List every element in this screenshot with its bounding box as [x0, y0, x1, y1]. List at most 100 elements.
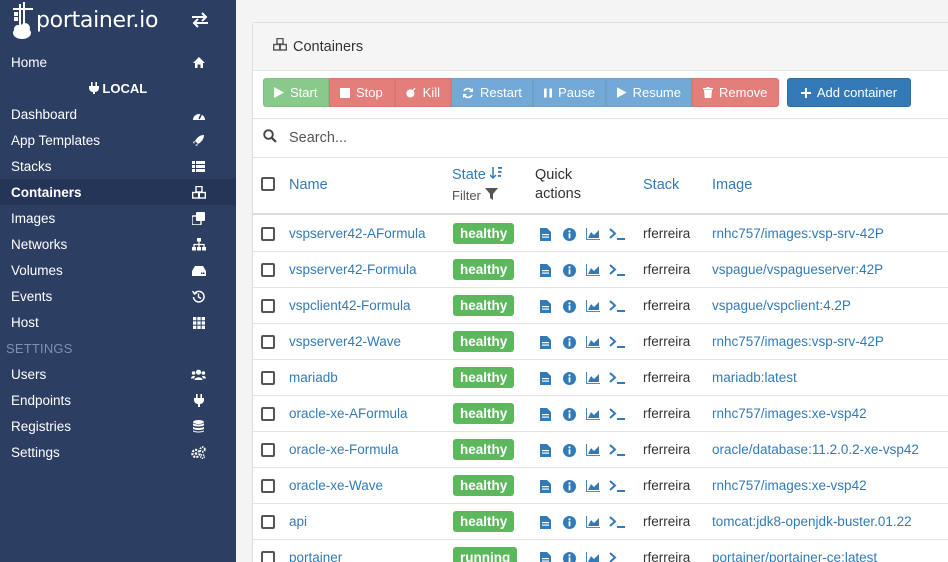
image-link[interactable]: vspague/vspclient:4.2P	[712, 298, 851, 313]
row-checkbox[interactable]	[261, 227, 275, 241]
stats-icon[interactable]	[585, 334, 601, 350]
console-icon[interactable]	[609, 226, 625, 242]
logs-icon[interactable]	[537, 262, 553, 278]
stats-icon[interactable]	[585, 442, 601, 458]
image-link[interactable]: oracle/database:11.2.0.2-xe-vsp42	[712, 442, 919, 457]
logs-icon[interactable]	[537, 226, 553, 242]
logs-icon[interactable]	[537, 514, 553, 530]
stats-icon[interactable]	[585, 298, 601, 314]
logs-icon[interactable]	[537, 406, 553, 422]
pause-button[interactable]: Pause	[533, 78, 606, 107]
sidebar-item-users[interactable]: Users	[0, 361, 236, 387]
sidebar-item-dashboard[interactable]: Dashboard	[0, 101, 236, 127]
stats-icon[interactable]	[585, 406, 601, 422]
container-name-link[interactable]: api	[289, 514, 307, 529]
image-link[interactable]: vspague/vspagueserver:42P	[712, 262, 883, 277]
console-icon[interactable]	[609, 262, 625, 278]
info-icon[interactable]	[561, 370, 577, 386]
row-checkbox[interactable]	[261, 299, 275, 313]
image-link[interactable]: portainer/portainer-ce:latest	[712, 550, 877, 562]
search-input[interactable]	[289, 130, 889, 146]
stats-icon[interactable]	[585, 514, 601, 530]
sidebar-item-volumes[interactable]: Volumes	[0, 257, 236, 283]
image-link[interactable]: mariadb:latest	[712, 370, 797, 385]
sidebar-item-images[interactable]: Images	[0, 205, 236, 231]
container-name-link[interactable]: portainer	[289, 550, 342, 562]
column-image-header[interactable]: Image	[712, 177, 752, 193]
console-icon[interactable]	[609, 478, 625, 494]
sidebar-item-containers[interactable]: Containers	[0, 179, 236, 205]
restart-button[interactable]: Restart	[451, 78, 533, 107]
resume-button[interactable]: Resume	[606, 78, 692, 107]
sidebar-item-endpoints[interactable]: Endpoints	[0, 387, 236, 413]
row-checkbox[interactable]	[261, 515, 275, 529]
info-icon[interactable]	[561, 514, 577, 530]
container-name-link[interactable]: oracle-xe-Wave	[289, 478, 383, 493]
info-icon[interactable]	[561, 442, 577, 458]
stats-icon[interactable]	[585, 370, 601, 386]
container-name-link[interactable]: vspserver42-Wave	[289, 334, 401, 349]
stats-icon[interactable]	[585, 226, 601, 242]
image-link[interactable]: rnhc757/images:vsp-srv-42P	[712, 334, 884, 349]
sidebar-item-stacks[interactable]: Stacks	[0, 153, 236, 179]
info-icon[interactable]	[561, 478, 577, 494]
stop-button[interactable]: Stop	[329, 78, 395, 107]
image-link[interactable]: rnhc757/images:vsp-srv-42P	[712, 226, 884, 241]
info-icon[interactable]	[561, 298, 577, 314]
row-checkbox[interactable]	[261, 407, 275, 421]
add-container-button[interactable]: Add container	[787, 78, 911, 107]
container-name-link[interactable]: vspclient42-Formula	[289, 298, 411, 313]
sidebar-item-home[interactable]: Home	[0, 49, 236, 75]
stats-icon[interactable]	[585, 262, 601, 278]
row-checkbox[interactable]	[261, 479, 275, 493]
info-icon[interactable]	[561, 262, 577, 278]
container-name-link[interactable]: vspserver42-AFormula	[289, 226, 426, 241]
row-checkbox[interactable]	[261, 371, 275, 385]
column-name-header[interactable]: Name	[289, 177, 328, 193]
row-checkbox[interactable]	[261, 443, 275, 457]
logs-icon[interactable]	[537, 442, 553, 458]
console-icon[interactable]	[609, 406, 625, 422]
console-icon[interactable]	[609, 370, 625, 386]
stats-icon[interactable]	[585, 550, 601, 562]
logs-icon[interactable]	[537, 298, 553, 314]
sidebar-item-settings[interactable]: Settings	[0, 439, 236, 465]
start-button[interactable]: Start	[263, 78, 329, 107]
info-icon[interactable]	[561, 226, 577, 242]
container-name-link[interactable]: vspserver42-Formula	[289, 262, 417, 277]
state-filter[interactable]: Filter	[452, 188, 498, 203]
container-name-link[interactable]: oracle-xe-AFormula	[289, 406, 408, 421]
container-name-link[interactable]: oracle-xe-Formula	[289, 442, 399, 457]
sidebar-toggle-icon[interactable]	[190, 10, 210, 30]
console-icon[interactable]	[609, 442, 625, 458]
console-icon[interactable]	[609, 298, 625, 314]
logs-icon[interactable]	[537, 370, 553, 386]
logs-icon[interactable]	[537, 550, 553, 562]
container-name-link[interactable]: mariadb	[289, 370, 338, 385]
image-link[interactable]: rnhc757/images:xe-vsp42	[712, 478, 867, 493]
image-link[interactable]: tomcat:jdk8-openjdk-buster.01.22	[712, 514, 912, 529]
column-stack-header[interactable]: Stack	[643, 177, 679, 193]
info-icon[interactable]	[561, 550, 577, 562]
column-state-header[interactable]: State	[452, 167, 503, 183]
info-icon[interactable]	[561, 406, 577, 422]
sidebar-item-host[interactable]: Host	[0, 309, 236, 335]
sidebar-item-networks[interactable]: Networks	[0, 231, 236, 257]
sidebar-item-registries[interactable]: Registries	[0, 413, 236, 439]
remove-button[interactable]: Remove	[692, 78, 779, 107]
image-link[interactable]: rnhc757/images:xe-vsp42	[712, 406, 867, 421]
select-all-checkbox[interactable]	[261, 177, 275, 191]
info-icon[interactable]	[561, 334, 577, 350]
logs-icon[interactable]	[537, 478, 553, 494]
sidebar-item-events[interactable]: Events	[0, 283, 236, 309]
console-icon[interactable]	[609, 334, 625, 350]
brand[interactable]: portainer.io	[10, 0, 158, 40]
stats-icon[interactable]	[585, 478, 601, 494]
kill-button[interactable]: Kill	[395, 78, 451, 107]
row-checkbox[interactable]	[261, 335, 275, 349]
row-checkbox[interactable]	[261, 263, 275, 277]
row-checkbox[interactable]	[261, 551, 275, 562]
logs-icon[interactable]	[537, 334, 553, 350]
sidebar-item-app-templates[interactable]: App Templates	[0, 127, 236, 153]
console-icon[interactable]	[609, 550, 625, 562]
